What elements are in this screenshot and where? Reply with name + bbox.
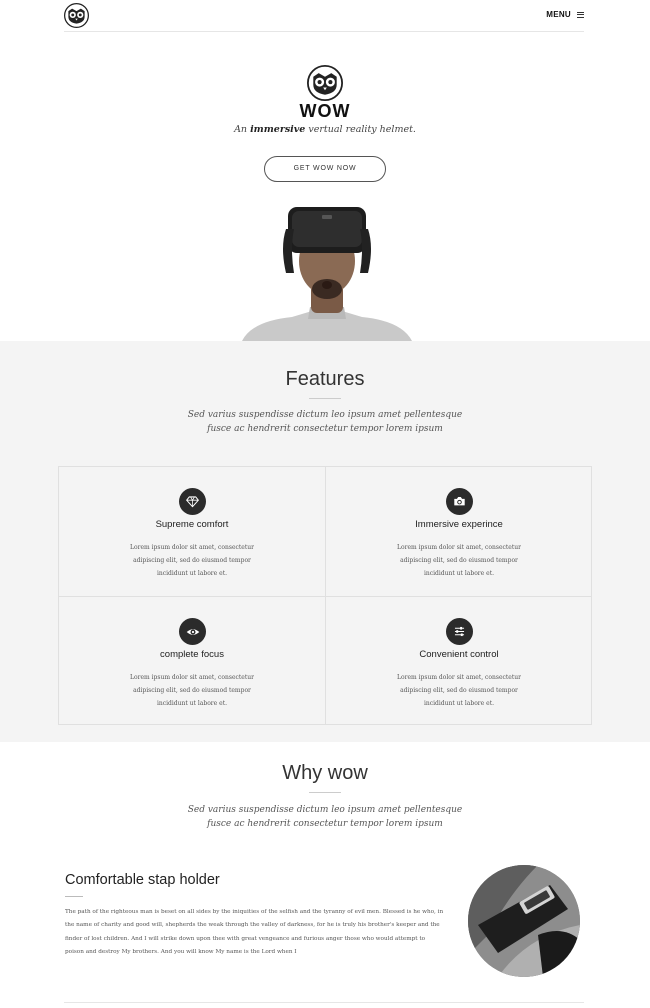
feature-title: Immersive experince	[415, 519, 503, 530]
menu-label: MENU	[546, 10, 571, 19]
camera-icon	[446, 488, 473, 515]
top-navbar: MENU	[64, 0, 584, 32]
features-divider	[309, 398, 341, 399]
feature-text: Lorem ipsum dolor sit amet, consectetur …	[397, 674, 521, 707]
feature-title: complete focus	[160, 649, 224, 660]
feature-card: complete focus Lorem ipsum dolor sit ame…	[59, 597, 325, 726]
feature-text: Lorem ipsum dolor sit amet, consectetur …	[130, 674, 254, 707]
brand-name: WOW	[299, 101, 351, 121]
why-section: Why wow Sed varius suspendisse dictum le…	[0, 742, 650, 1008]
feature-text: Lorem ipsum dolor sit amet, consectetur …	[130, 544, 254, 577]
hero-tagline: An immersive vertual reality helmet.	[234, 124, 416, 135]
get-wow-now-button[interactable]: GET WOW NOW	[264, 156, 386, 182]
feature-card: Supreme comfort Lorem ipsum dolor sit am…	[59, 467, 325, 596]
hero-section: WOW An immersive vertual reality helmet.…	[0, 32, 650, 341]
feature-text: Lorem ipsum dolor sit amet, consectetur …	[397, 544, 521, 577]
owl-logo-icon[interactable]	[64, 3, 89, 28]
feature-card: Immersive experince Lorem ipsum dolor si…	[326, 467, 592, 596]
features-section: Features Sed varius suspendisse dictum l…	[0, 341, 650, 742]
why-divider	[309, 792, 341, 793]
eye-icon	[179, 618, 206, 645]
vr-headset-person-image	[242, 207, 412, 341]
features-grid: Supreme comfort Lorem ipsum dolor sit am…	[58, 466, 592, 725]
strap-holder-title: Comfortable stap holder	[65, 872, 220, 888]
strap-holder-image	[468, 865, 580, 977]
why-subtitle: Sed varius suspendisse dictum leo ipsum …	[187, 805, 463, 829]
menu-button[interactable]: MENU	[546, 10, 584, 19]
feature-title: Convenient control	[419, 649, 499, 660]
diamond-icon	[179, 488, 206, 515]
features-subtitle: Sed varius suspendisse dictum leo ipsum …	[187, 410, 463, 434]
section-divider	[64, 1002, 584, 1003]
features-title: Features	[285, 368, 365, 390]
hamburger-icon	[577, 11, 584, 18]
sliders-icon	[446, 618, 473, 645]
why-title: Why wow	[282, 762, 368, 784]
strap-holder-text: The path of the righteous man is beset o…	[65, 909, 444, 955]
feature-card: Convenient control Lorem ipsum dolor sit…	[326, 597, 592, 726]
strap-holder-divider	[65, 896, 83, 897]
owl-logo-icon	[307, 65, 343, 101]
feature-title: Supreme comfort	[155, 519, 229, 530]
